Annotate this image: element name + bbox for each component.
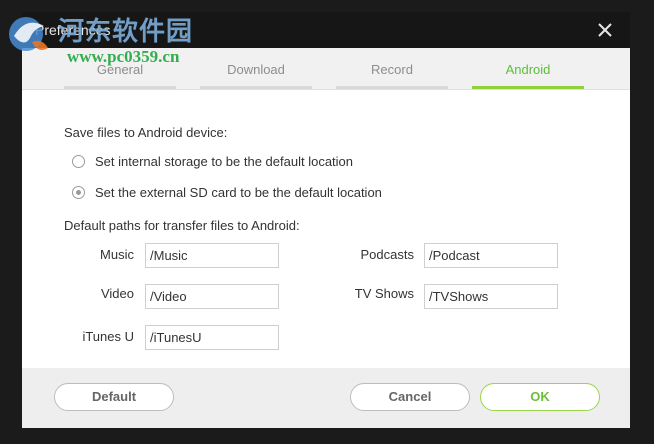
watermark-text: 河东软件园 xyxy=(58,17,194,47)
radio-internal-storage-label: Set internal storage to be the default l… xyxy=(95,154,354,169)
tab-download-underline xyxy=(200,86,312,89)
podcasts-label: Podcasts xyxy=(360,247,414,262)
music-label: Music xyxy=(100,247,134,262)
tab-general-underline xyxy=(64,86,176,89)
tvshows-path-input[interactable] xyxy=(424,284,558,309)
watermark-logo-icon xyxy=(9,17,48,51)
close-icon xyxy=(598,23,612,37)
default-paths-heading: Default paths for transfer files to Andr… xyxy=(64,218,300,233)
tab-android-underline xyxy=(472,86,584,89)
video-path-input[interactable] xyxy=(145,284,279,309)
ok-button[interactable]: OK xyxy=(480,383,600,411)
tvshows-label: TV Shows xyxy=(354,286,414,301)
tab-record[interactable]: Record xyxy=(336,48,448,89)
tab-android-label: Android xyxy=(505,62,551,77)
radio-external-sd-button[interactable] xyxy=(72,186,85,199)
tab-record-underline xyxy=(336,86,448,89)
watermark-url: www.pc0359.cn xyxy=(67,47,180,66)
podcasts-path-input[interactable] xyxy=(424,243,558,268)
video-label: Video xyxy=(100,286,134,301)
tab-record-label: Record xyxy=(371,62,413,77)
default-button[interactable]: Default xyxy=(54,383,174,411)
dialog-footer: Default Cancel OK xyxy=(22,368,630,428)
tab-download-label: Download xyxy=(227,62,285,77)
preferences-body: General Download Record Android Save fil… xyxy=(22,48,630,368)
radio-internal-storage-button[interactable] xyxy=(72,155,85,168)
itunesu-label: iTunes U xyxy=(82,329,134,344)
music-path-input[interactable] xyxy=(145,243,279,268)
itunesu-path-input[interactable] xyxy=(145,325,279,350)
cancel-button[interactable]: Cancel xyxy=(350,383,470,411)
tab-download[interactable]: Download xyxy=(200,48,312,89)
preferences-dialog: Preferences General Download Record Andr… xyxy=(22,12,630,428)
save-files-heading: Save files to Android device: xyxy=(64,125,228,140)
tab-android[interactable]: Android xyxy=(472,48,584,89)
screen-background: Preferences General Download Record Andr… xyxy=(0,0,654,444)
radio-external-sd-label: Set the external SD card to be the defau… xyxy=(95,185,382,200)
close-button[interactable] xyxy=(596,21,614,39)
